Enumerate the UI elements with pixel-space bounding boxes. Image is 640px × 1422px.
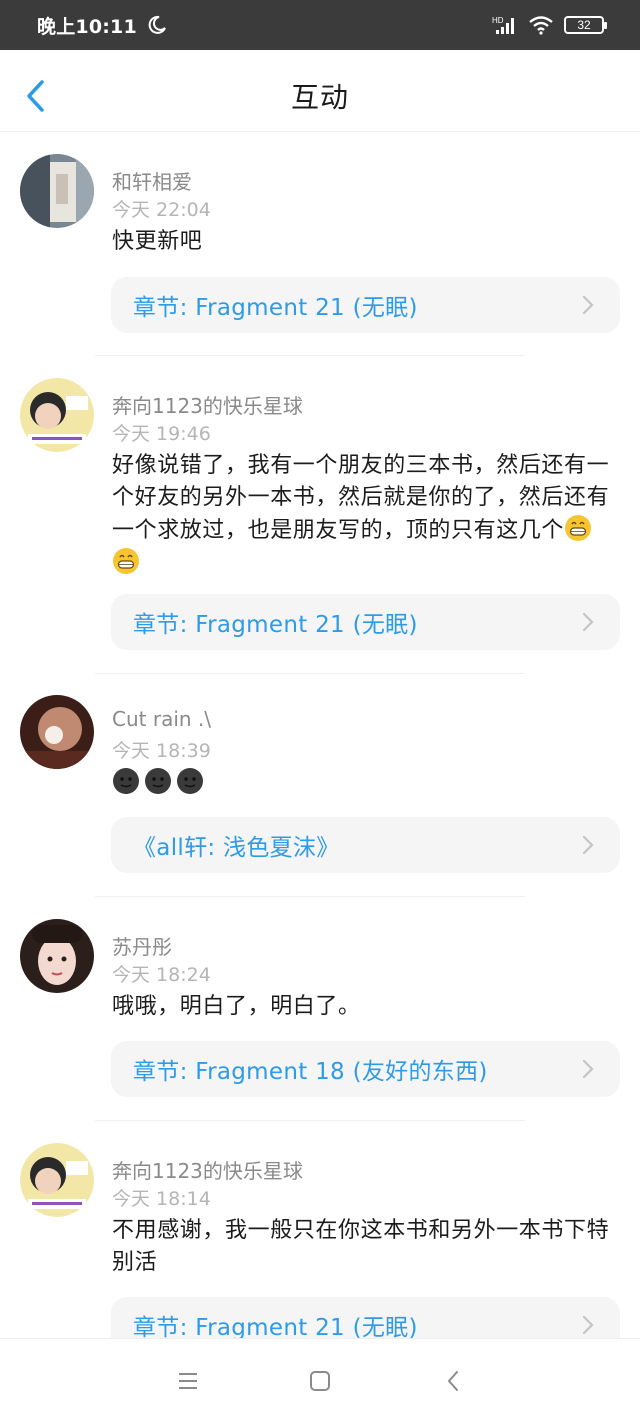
- home-square-icon[interactable]: [308, 1369, 332, 1393]
- chapter-link[interactable]: 章节: Fragment 18 (友好的东西): [111, 1041, 620, 1097]
- comment-time: 今天 22:04: [112, 199, 211, 221]
- interaction-list[interactable]: 和轩相爱 今天 22:04 快更新吧 章节: Fragment 21 (无眠) …: [0, 132, 640, 1338]
- menu-icon[interactable]: [176, 1369, 200, 1393]
- signal-icon: HD: [492, 16, 514, 34]
- divider: [95, 355, 525, 356]
- dark-face-emoji-icon: [113, 768, 139, 794]
- system-nav-bar: [0, 1338, 640, 1422]
- chapter-link[interactable]: 章节: Fragment 21 (无眠): [111, 594, 620, 650]
- chevron-right-icon: [582, 835, 594, 855]
- status-icons: HD 32: [492, 15, 607, 35]
- status-bar: 晚上10:11 HD 32: [0, 0, 640, 50]
- battery-indicator: 32: [564, 16, 607, 34]
- chapter-link-label: 章节: Fragment 21 (无眠): [133, 1315, 418, 1338]
- avatar[interactable]: [20, 695, 94, 769]
- chevron-right-icon: [582, 612, 594, 632]
- comment-text: 好像说错了，我有一个朋友的三本书，然后还有一个好友的另外一本书，然后就是你的了，…: [112, 450, 622, 580]
- comment-text: 哦哦，明白了，明白了。: [112, 994, 361, 1019]
- avatar[interactable]: [20, 1143, 94, 1217]
- chapter-link[interactable]: 章节: Fragment 21 (无眠): [111, 277, 620, 333]
- comment-text: 不用感谢，我一般只在你这本书和另外一本书下特别活: [112, 1218, 610, 1275]
- chevron-right-icon: [582, 1059, 594, 1079]
- user-name[interactable]: Cut rain .\: [112, 707, 211, 731]
- chapter-link[interactable]: 章节: Fragment 21 (无眠): [111, 1297, 620, 1338]
- comment-time: 今天 19:46: [112, 423, 211, 445]
- divider: [95, 896, 525, 897]
- book-link-label: 《all轩: 浅色夏沫》: [133, 835, 340, 861]
- user-name[interactable]: 和轩相爱: [112, 166, 192, 195]
- dark-face-emoji-icon: [145, 768, 171, 794]
- dark-face-emoji-icon: [177, 768, 203, 794]
- chapter-link-label: 章节: Fragment 18 (友好的东西): [133, 1059, 488, 1085]
- chevron-right-icon: [582, 295, 594, 315]
- divider: [95, 673, 525, 674]
- avatar[interactable]: [20, 919, 94, 993]
- grin-emoji-icon: [113, 548, 139, 574]
- comment-text: [112, 767, 622, 800]
- comment-time: 今天 18:14: [112, 1188, 211, 1210]
- comment-time: 今天 18:24: [112, 964, 211, 986]
- avatar[interactable]: [20, 378, 94, 452]
- divider: [95, 1120, 525, 1121]
- moon-icon: [148, 15, 166, 34]
- wifi-icon: [529, 16, 553, 35]
- page-title: 互动: [290, 81, 349, 114]
- user-name[interactable]: 奔向1123的快乐星球: [112, 1155, 303, 1184]
- chapter-link-label: 章节: Fragment 21 (无眠): [133, 295, 418, 321]
- avatar[interactable]: [20, 154, 94, 228]
- book-link[interactable]: 《all轩: 浅色夏沫》: [111, 817, 620, 873]
- comment-text: 快更新吧: [112, 229, 203, 254]
- app-header: 互动: [0, 50, 640, 132]
- chapter-link-label: 章节: Fragment 21 (无眠): [133, 612, 418, 638]
- back-triangle-icon[interactable]: [442, 1369, 466, 1393]
- network-type: HD: [492, 16, 504, 25]
- comment-time: 今天 18:39: [112, 740, 211, 762]
- user-name[interactable]: 奔向1123的快乐星球: [112, 390, 303, 419]
- user-name[interactable]: 苏丹彤: [112, 931, 172, 960]
- grin-emoji-icon: [565, 515, 592, 541]
- chevron-right-icon: [582, 1315, 594, 1335]
- status-time: 晚上10:11: [37, 15, 137, 38]
